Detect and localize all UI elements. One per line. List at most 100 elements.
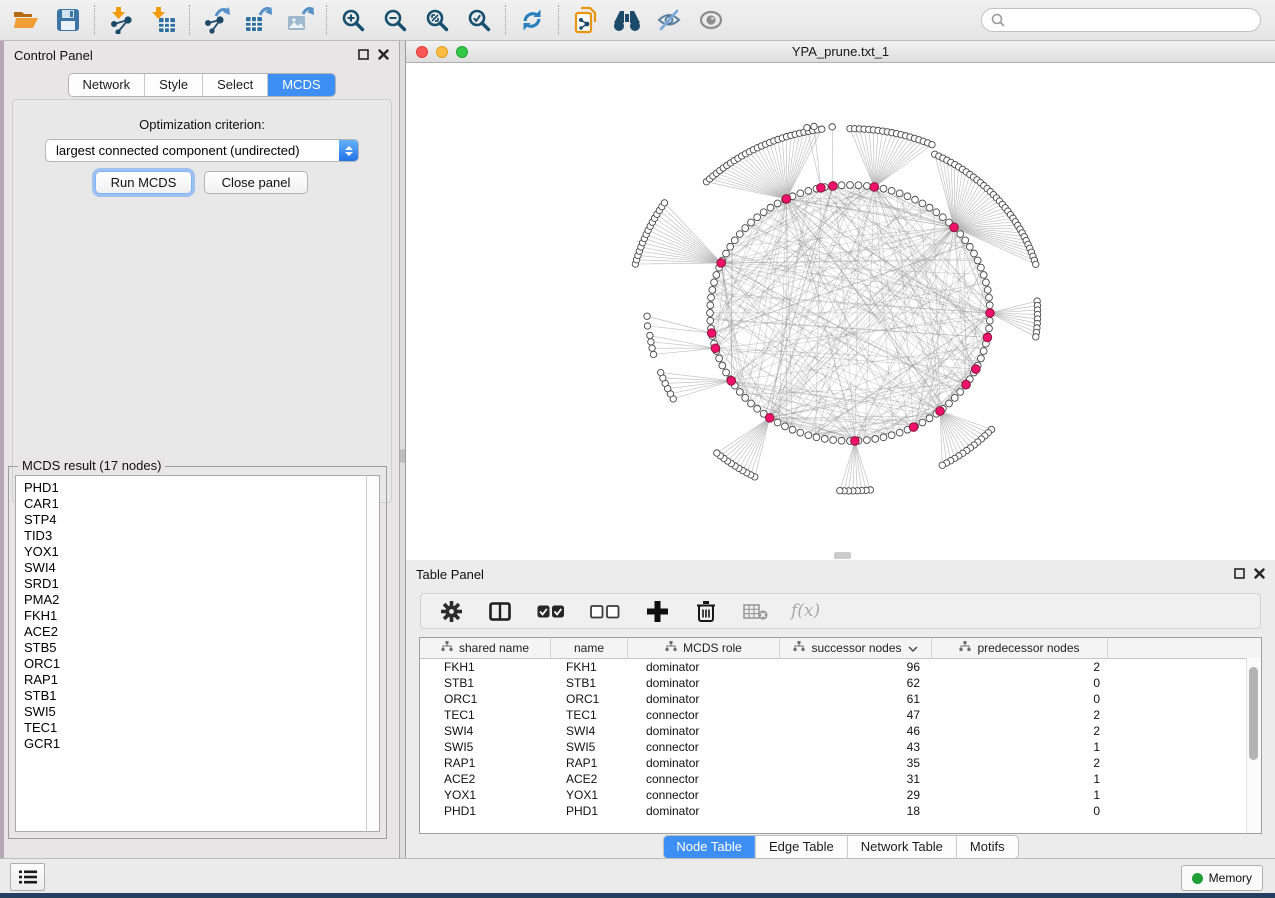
zoom-in-icon[interactable] [338, 5, 368, 35]
close-table-panel-icon[interactable] [1254, 567, 1265, 582]
mcds-result-item[interactable]: SWI5 [24, 704, 368, 720]
delete-row-trash-icon[interactable] [693, 598, 719, 624]
zoom-fit-icon[interactable] [422, 5, 452, 35]
find-binoculars-icon[interactable] [612, 5, 642, 35]
table-row[interactable]: RAP1RAP1dominator352 [420, 755, 1261, 771]
maximize-window-icon[interactable] [456, 46, 468, 58]
mcds-result-item[interactable]: PMA2 [24, 592, 368, 608]
function-builder-icon[interactable]: f(x) [791, 601, 820, 621]
mcds-result-item[interactable]: TID3 [24, 528, 368, 544]
tab-network-table[interactable]: Network Table [847, 836, 956, 858]
table-row[interactable]: FKH1FKH1dominator962 [420, 659, 1261, 675]
clone-network-icon[interactable] [570, 5, 600, 35]
select-all-icon[interactable] [536, 598, 566, 624]
run-mcds-button[interactable]: Run MCDS [95, 171, 192, 194]
memory-button[interactable]: Memory [1181, 865, 1263, 891]
export-image-icon[interactable] [285, 5, 315, 35]
mcds-list-scrollbar[interactable] [366, 475, 380, 832]
mcds-result-item[interactable]: PHD1 [24, 480, 368, 496]
tab-edge-table[interactable]: Edge Table [755, 836, 847, 858]
table-scrollbar[interactable] [1246, 658, 1261, 833]
export-table-icon[interactable] [243, 5, 273, 35]
show-all-eye-icon[interactable] [696, 5, 726, 35]
zoom-selected-icon[interactable] [464, 5, 494, 35]
close-panel-button[interactable]: Close panel [204, 171, 308, 194]
mcds-result-item[interactable]: TEC1 [24, 720, 368, 736]
mcds-result-groupbox: MCDS result (17 nodes) PHD1CAR1STP4TID3Y… [8, 466, 387, 839]
mcds-result-item[interactable]: ACE2 [24, 624, 368, 640]
search-icon [991, 13, 1005, 27]
cell-name: ACE2 [551, 772, 628, 786]
float-panel-icon[interactable] [358, 48, 369, 63]
select-stepper-icon [339, 140, 358, 161]
close-window-icon[interactable] [416, 46, 428, 58]
network-graph[interactable] [406, 63, 1275, 560]
export-network-icon[interactable] [201, 5, 231, 35]
import-table-icon[interactable] [148, 5, 178, 35]
close-panel-icon[interactable] [378, 48, 389, 63]
mcds-result-item[interactable]: YOX1 [24, 544, 368, 560]
zoom-out-icon[interactable] [380, 5, 410, 35]
tab-select[interactable]: Select [202, 74, 267, 96]
tree-icon [665, 641, 677, 655]
tab-style[interactable]: Style [144, 74, 202, 96]
table-row[interactable]: TEC1TEC1connector472 [420, 707, 1261, 723]
column-visibility-icon[interactable] [487, 598, 513, 624]
status-bar: Memory [0, 858, 1275, 893]
float-table-panel-icon[interactable] [1234, 567, 1245, 582]
tab-node-table[interactable]: Node Table [663, 836, 755, 858]
selected-criterion: largest connected component (undirected) [46, 143, 339, 158]
table-row[interactable]: SWI4SWI4dominator462 [420, 723, 1261, 739]
node-table: shared namenameMCDS rolesuccessor nodesp… [419, 637, 1262, 834]
mcds-result-item[interactable]: STB1 [24, 688, 368, 704]
import-network-icon[interactable] [106, 5, 136, 35]
column-header-successor-nodes[interactable]: successor nodes [780, 638, 932, 658]
refresh-icon[interactable] [517, 5, 547, 35]
table-settings-gear-icon[interactable] [438, 598, 464, 624]
cell-name: RAP1 [551, 756, 628, 770]
network-canvas[interactable] [406, 63, 1275, 560]
optimization-criterion-select[interactable]: largest connected component (undirected) [45, 139, 359, 162]
cell-shared-name: SWI4 [420, 724, 551, 738]
table-row[interactable]: YOX1YOX1connector291 [420, 787, 1261, 803]
mcds-result-item[interactable]: ORC1 [24, 656, 368, 672]
horizontal-splitter-handle[interactable] [834, 552, 851, 559]
table-row[interactable]: ACE2ACE2connector311 [420, 771, 1261, 787]
mcds-result-item[interactable]: RAP1 [24, 672, 368, 688]
mcds-result-item[interactable]: FKH1 [24, 608, 368, 624]
network-title: YPA_prune.txt_1 [792, 44, 889, 59]
column-header-predecessor-nodes[interactable]: predecessor nodes [932, 638, 1108, 658]
mcds-result-item[interactable]: SRD1 [24, 576, 368, 592]
table-row[interactable]: ORC1ORC1dominator610 [420, 691, 1261, 707]
mcds-result-item[interactable]: STB5 [24, 640, 368, 656]
delete-table-icon[interactable] [742, 598, 768, 624]
open-file-icon[interactable] [11, 5, 41, 35]
mcds-result-item[interactable]: CAR1 [24, 496, 368, 512]
save-session-icon[interactable] [53, 5, 83, 35]
table-row[interactable]: STB1STB1dominator620 [420, 675, 1261, 691]
tab-motifs[interactable]: Motifs [956, 836, 1018, 858]
mcds-result-item[interactable]: STP4 [24, 512, 368, 528]
deselect-all-icon[interactable] [589, 598, 621, 624]
cell-predecessor-nodes: 2 [932, 756, 1108, 770]
mcds-result-item[interactable]: GCR1 [24, 736, 368, 752]
cell-shared-name: SWI5 [420, 740, 551, 754]
cell-predecessor-nodes: 1 [932, 740, 1108, 754]
minimize-window-icon[interactable] [436, 46, 448, 58]
table-row[interactable]: PHD1PHD1dominator180 [420, 803, 1261, 819]
table-row[interactable]: SWI5SWI5connector431 [420, 739, 1261, 755]
tab-network[interactable]: Network [68, 74, 144, 96]
task-history-button[interactable] [10, 863, 45, 891]
mcds-result-item[interactable]: SWI4 [24, 560, 368, 576]
table-scrollbar-thumb[interactable] [1249, 667, 1258, 760]
search-input[interactable] [1011, 12, 1251, 28]
cell-successor-nodes: 43 [780, 740, 932, 754]
hide-selected-eye-slash-icon[interactable] [654, 5, 684, 35]
column-header-name[interactable]: name [551, 638, 628, 658]
add-row-icon[interactable] [644, 598, 670, 624]
control-panel-title: Control Panel [14, 48, 93, 63]
tab-mcds[interactable]: MCDS [267, 74, 334, 96]
column-header-shared-name[interactable]: shared name [420, 638, 551, 658]
splitter-handle[interactable] [400, 449, 405, 463]
column-header-MCDS-role[interactable]: MCDS role [628, 638, 780, 658]
